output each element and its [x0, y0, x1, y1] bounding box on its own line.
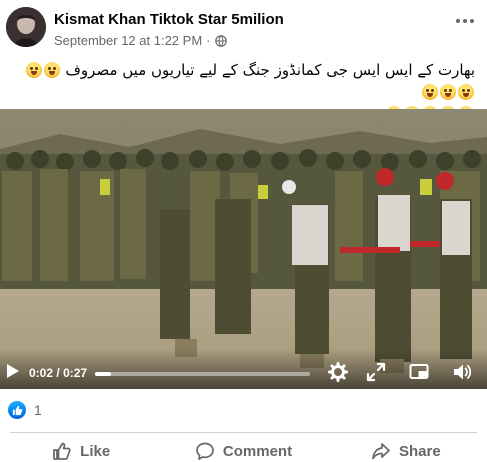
meta-separator: ·	[206, 33, 211, 48]
avatar[interactable]	[6, 7, 46, 47]
more-dot-icon	[470, 19, 474, 23]
share-label: Share	[398, 442, 441, 460]
more-dot-icon	[463, 19, 467, 23]
divider	[10, 432, 477, 433]
page-name[interactable]: Kismat Khan Tiktok Star 5milion	[54, 11, 284, 28]
caption-text: بھارت کے ایس ایس جی کمانڈوز جنگ کے لیے ت…	[65, 61, 475, 79]
picture-in-picture-icon[interactable]	[409, 362, 429, 382]
comment-button[interactable]: Comment	[162, 436, 324, 462]
comment-bubble-icon	[195, 441, 215, 461]
current-time: 0:02	[29, 366, 54, 380]
grinning-face-emoji	[458, 84, 474, 100]
comment-label: Comment	[222, 442, 293, 460]
grinning-face-emoji	[43, 62, 60, 78]
grinning-face-emoji	[440, 84, 456, 100]
grinning-face-emoji	[25, 62, 42, 78]
globe-icon	[214, 34, 227, 47]
thumbs-up-icon	[52, 441, 72, 461]
like-label: Like	[80, 442, 111, 460]
time-separator: /	[56, 366, 60, 380]
more-options-button[interactable]	[453, 14, 477, 28]
duration: 0:27	[63, 366, 88, 380]
reaction-count[interactable]: 1	[34, 402, 42, 418]
post-header: Kismat Khan Tiktok Star 5milion Septembe…	[0, 0, 487, 60]
grinning-face-emoji	[422, 84, 438, 100]
video-frame	[0, 109, 487, 389]
progress-fill	[95, 372, 111, 376]
like-button[interactable]: Like	[0, 436, 162, 462]
settings-gear-icon[interactable]	[328, 362, 348, 382]
more-dot-icon	[456, 19, 460, 23]
fullscreen-expand-icon[interactable]	[366, 362, 386, 382]
play-icon[interactable]	[6, 363, 20, 379]
share-button[interactable]: Share	[325, 436, 487, 462]
video-player[interactable]: 0:02 / 0:27	[0, 109, 487, 389]
video-controls: 0:02 / 0:27	[0, 349, 487, 389]
post-meta: September 12 at 1:22 PM ·	[54, 33, 227, 48]
like-thumb-icon	[8, 401, 26, 419]
volume-icon[interactable]	[452, 362, 472, 382]
share-arrow-icon	[371, 441, 391, 461]
avatar-photo	[6, 7, 46, 47]
reaction-summary[interactable]: 1	[8, 400, 42, 420]
post-timestamp[interactable]: September 12 at 1:22 PM	[54, 33, 202, 48]
progress-bar[interactable]	[95, 372, 310, 376]
video-time: 0:02 / 0:27	[29, 366, 87, 380]
action-bar: Like Comment Share	[0, 436, 487, 462]
